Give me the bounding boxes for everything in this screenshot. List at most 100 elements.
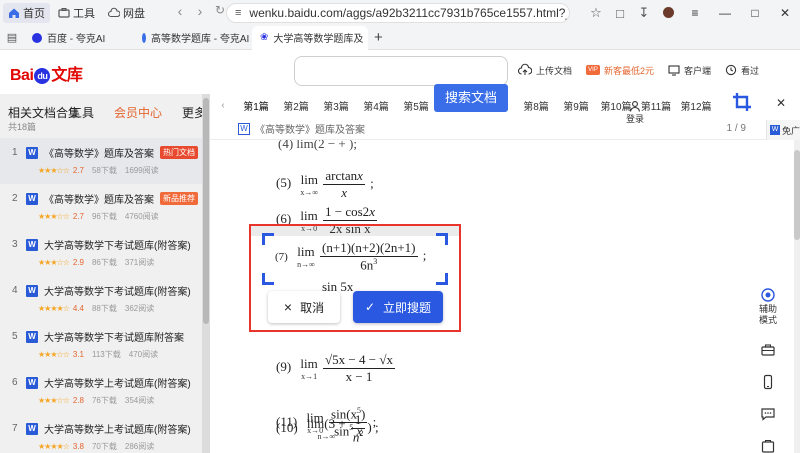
back-icon[interactable]: ‹ — [170, 3, 190, 19]
browser-top-bar: 首页 工具 网盘 ‹ › ↻ ≡ wenku.baidu.com/aggs/a9… — [0, 0, 800, 26]
chapter-tab[interactable]: 第12篇 — [676, 98, 716, 113]
avatar[interactable] — [656, 6, 680, 21]
list-item[interactable]: 4 W 大学高等数学下考试题库(附答案) ★★★★☆ 4.4 88下载 362阅… — [0, 276, 202, 322]
paw-favicon-icon: ❀ — [260, 32, 269, 43]
doc-reads: 362阅读 — [124, 304, 155, 313]
frac-11-den: sin — [334, 423, 350, 439]
list-item[interactable]: 1 W 《高等数学》题库及答案 热门文档 ★★★☆☆ 2.7 58下载 1699… — [0, 138, 202, 184]
list-item[interactable]: 6 W 大学高等数学上考试题库(附答案) ★★★☆☆ 2.8 76下载 354阅… — [0, 368, 202, 414]
lim-5: lim x→∞ — [300, 172, 318, 197]
lim-sub: n→∞ — [297, 260, 315, 270]
lim-sub: x→0 — [307, 426, 324, 436]
list-item[interactable]: 3 W 大学高等数学下考试题库(附答案) ★★★☆☆ 2.9 86下载 371阅… — [0, 230, 202, 276]
chapter-tab[interactable]: 第5篇 — [396, 98, 436, 113]
cloud-drive-button[interactable]: 网盘 — [103, 3, 150, 23]
lim-sub: x→∞ — [300, 188, 319, 197]
document-scrollbar[interactable] — [794, 140, 800, 453]
crop-selection[interactable]: (7) lim n→∞ (n+1)(n+2)(2n+1) 6n3 ; — [262, 233, 448, 285]
lim-text: lim — [300, 208, 318, 223]
chapters-prev-icon[interactable]: ‹ — [210, 100, 236, 111]
close-icon[interactable]: ✕ — [776, 96, 786, 110]
site-settings-icon[interactable]: ≡ — [235, 7, 241, 19]
list-item[interactable]: 7 W 大学高等数学上考试题库(附答案) ★★★★☆ 3.8 70下载 286阅… — [0, 414, 202, 453]
crop-handle-top-left[interactable] — [262, 233, 274, 245]
search-input[interactable] — [294, 56, 508, 86]
tab-label: 高等数学题库 - 夸克AI — [151, 34, 250, 45]
word-doc-icon: W — [26, 146, 38, 159]
star-rating-icon: ★★★☆☆ — [38, 212, 70, 221]
window-close-icon[interactable]: ✕ — [770, 6, 800, 20]
doc-downloads: 88下载 — [91, 304, 117, 313]
search-doc-button[interactable]: 搜索文档 — [434, 84, 508, 112]
download-icon[interactable]: ↧ — [632, 5, 656, 21]
doc-index: 3 — [12, 239, 18, 250]
doc-reads: 371阅读 — [124, 258, 155, 267]
doc-downloads: 58下载 — [91, 166, 117, 175]
tools-icon — [58, 8, 70, 18]
phone-icon[interactable] — [760, 374, 776, 390]
word-doc-icon: W — [26, 284, 38, 297]
star-rating-icon: ★★★☆☆ — [38, 350, 70, 359]
history-link[interactable]: 看过 — [725, 63, 759, 77]
tab-label: 百度 - 夸克AI — [47, 34, 106, 45]
sidebar-scrollbar-thumb[interactable] — [203, 98, 209, 324]
doc-index: 5 — [12, 331, 18, 342]
url-bar[interactable]: ≡ wenku.baidu.com/aggs/a92b3211cc7931b76… — [226, 3, 570, 23]
list-item[interactable]: 5 W 大学高等数学下考试题库附答案 ★★★☆☆ 3.1 113下载 470阅读 — [0, 322, 202, 368]
crop-handle-bottom-right[interactable] — [436, 273, 448, 285]
document-scrollbar-thumb[interactable] — [794, 150, 800, 240]
doc-downloads: 113下载 — [91, 350, 121, 359]
tab-baidu[interactable]: 百度 - 夸克AI — [24, 26, 134, 50]
upload-doc-link[interactable]: 上传文档 — [518, 63, 572, 77]
crop-handle-top-right[interactable] — [436, 233, 448, 245]
crop-icon[interactable] — [732, 92, 752, 112]
chapter-tab[interactable]: 第1篇 — [236, 98, 276, 113]
client-label: 客户端 — [684, 65, 712, 76]
doc-badge: 热门文档 — [160, 146, 198, 159]
chapter-tab[interactable]: 第2篇 — [276, 98, 316, 113]
doc-downloads: 86下载 — [91, 258, 117, 267]
chapter-tab[interactable]: 第4篇 — [356, 98, 396, 113]
home-button[interactable]: 首页 — [3, 3, 50, 23]
chapter-tab[interactable]: 第3篇 — [316, 98, 356, 113]
tab-vip-center[interactable]: 会员中心 — [114, 104, 162, 121]
right-side-tools: 辅助模式 — [752, 288, 784, 453]
doc-rating: 3.1 — [72, 350, 84, 359]
menu-icon[interactable]: ≡ — [680, 6, 710, 20]
chapter-tab[interactable]: 第8篇 — [516, 98, 556, 113]
minimize-icon[interactable]: — — [710, 6, 740, 20]
wenku-logo[interactable]: Bai du 文库 — [10, 61, 83, 85]
tab-tools[interactable]: 工具 — [70, 104, 94, 121]
history-label: 看过 — [741, 65, 760, 76]
forward-icon[interactable]: › — [190, 3, 210, 19]
tab-wenku-doc[interactable]: ❀ 大学高等数学题库及 ✕ — [252, 25, 368, 50]
chat-icon[interactable] — [760, 406, 776, 422]
sidebar-scrollbar[interactable] — [202, 94, 210, 453]
briefcase-icon[interactable] — [760, 342, 776, 358]
chapter-tab[interactable]: 第9篇 — [556, 98, 596, 113]
lim-7: lim n→∞ — [297, 244, 315, 269]
feedback-icon[interactable] — [760, 438, 776, 453]
frac-5-den: x — [341, 185, 348, 200]
star-icon[interactable]: ☆ — [584, 5, 608, 21]
tab-list-icon[interactable]: ▤ — [0, 31, 24, 44]
maximize-icon[interactable]: □ — [740, 6, 770, 20]
crop-handle-bottom-left[interactable] — [262, 273, 274, 285]
sidebar-icon[interactable]: □ — [608, 6, 632, 21]
frac-7-den: 6n — [360, 257, 374, 273]
doc-title: 大学高等数学下考试题库(附答案) — [44, 241, 191, 252]
search-question-button[interactable]: ✓ 立即搜题 — [353, 291, 443, 323]
upload-cloud-icon — [518, 63, 532, 75]
selection-mask — [251, 226, 459, 236]
assist-mode-button[interactable]: 辅助模式 — [752, 288, 784, 326]
client-link[interactable]: 客户端 — [668, 63, 711, 77]
vip-offer-link[interactable]: VIP 新客最低2元 — [586, 63, 654, 77]
free-download-tab[interactable]: W 免广 — [766, 120, 800, 140]
assist-mode-label: 辅助模式 — [758, 304, 777, 325]
tab-math-question-bank[interactable]: 高等数学题库 - 夸克AI — [134, 26, 252, 50]
list-item[interactable]: 2 W 《高等数学》题库及答案 新品推荐 ★★★☆☆ 2.7 96下载 4760… — [0, 184, 202, 230]
tools-button[interactable]: 工具 — [53, 3, 100, 23]
problem-5-label: (5) — [276, 175, 292, 191]
new-tab-icon[interactable]: + — [374, 29, 383, 46]
cancel-button[interactable]: × 取消 — [268, 291, 340, 323]
